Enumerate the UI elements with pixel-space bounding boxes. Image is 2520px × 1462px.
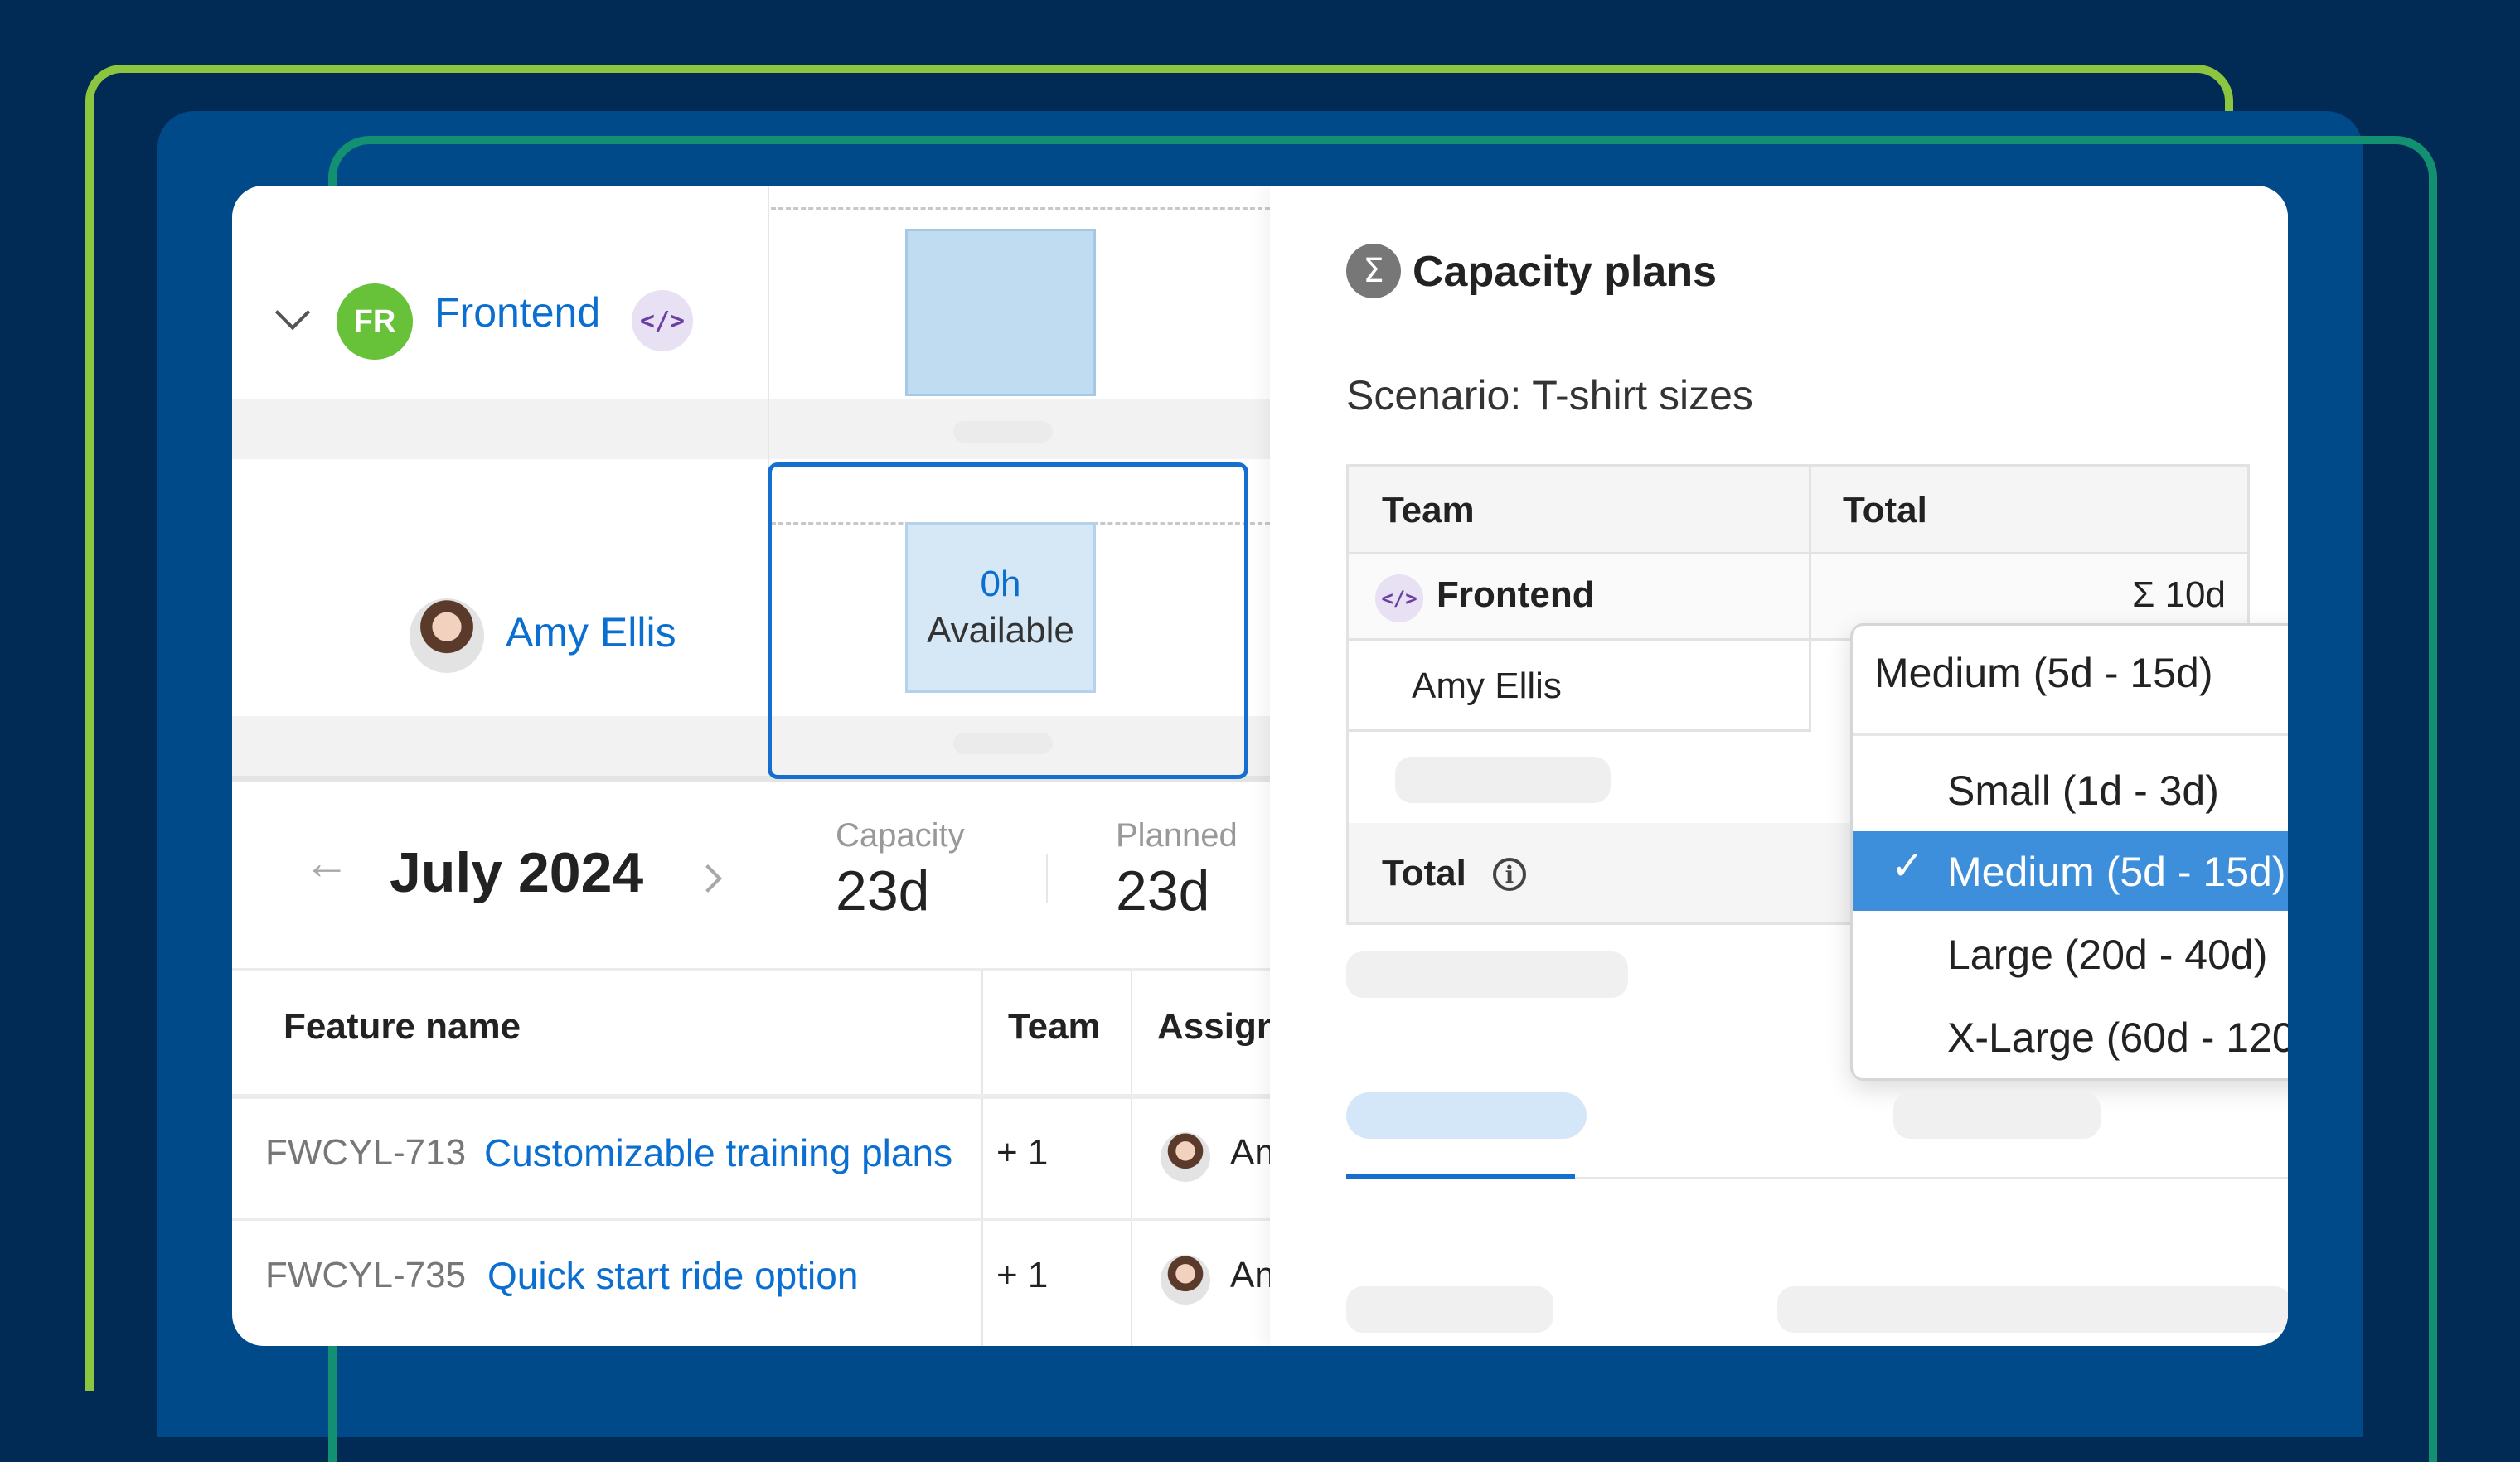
tab-inactive[interactable] [1893, 1092, 2101, 1139]
planned-label: Planned [1116, 817, 1238, 854]
planned-value: 23d [1116, 859, 1210, 922]
column-header-assignee[interactable]: Assign [1157, 1006, 1279, 1048]
member-name-link[interactable]: Amy Ellis [506, 608, 676, 656]
team-name-link[interactable]: Frontend [434, 288, 600, 336]
column-header-feature[interactable]: Feature name [284, 1006, 521, 1048]
assignee-name: An [1230, 1132, 1275, 1173]
row-divider [232, 1218, 1270, 1221]
placeholder-pill [953, 733, 1053, 754]
total-label: Total [1382, 853, 1466, 893]
month-title: July 2024 [390, 841, 644, 904]
availability-block[interactable]: 0h Available [905, 522, 1096, 693]
capacity-value: 23d [836, 859, 930, 922]
option-large[interactable]: Large (20d - 40d) [1853, 914, 2288, 994]
avatar [410, 598, 484, 673]
option-small[interactable]: Small (1d - 3d) [1853, 750, 2288, 830]
feature-key: FWCYL-735 [265, 1255, 467, 1295]
arrow-left-icon[interactable]: ← [303, 835, 350, 889]
chevron-down-icon[interactable] [274, 294, 311, 331]
placeholder-pill [1346, 951, 1628, 998]
app-card: FR Frontend </> Amy Ellis 0h Available ←… [232, 186, 2288, 1346]
scenario-label: Scenario: T-shirt sizes [1346, 372, 1753, 419]
placeholder-pill [1395, 757, 1611, 803]
available-label: Available [927, 610, 1074, 651]
feature-link[interactable]: Customizable training plans [484, 1130, 952, 1175]
column-header-team: Team [1382, 490, 1475, 530]
option-medium[interactable]: ✓ Medium (5d - 15d) [1853, 831, 2288, 911]
stat-divider [1046, 854, 1048, 903]
column-divider [981, 970, 983, 1346]
dropdown-separator [1853, 733, 2288, 736]
dropdown-selected-value[interactable]: Medium (5d - 15d) [1874, 649, 2213, 697]
assignee-name: An [1230, 1255, 1275, 1295]
size-dropdown[interactable]: Medium (5d - 15d) Small (1d - 3d) ✓ Medi… [1850, 623, 2288, 1081]
tab-active[interactable] [1346, 1092, 1587, 1139]
feature-link[interactable]: Quick start ride option [487, 1253, 858, 1298]
team-row-name: Frontend [1437, 574, 1595, 615]
column-header-total: Total [1843, 490, 1927, 530]
capacity-plans-panel: Σ Capacity plans Scenario: T-shirt sizes… [1270, 186, 2288, 1346]
code-icon: </> [1375, 574, 1423, 622]
panel-title: Capacity plans [1413, 248, 1718, 296]
capacity-label: Capacity [836, 817, 965, 854]
team-avatar: FR [337, 283, 413, 360]
group-row-strip [232, 399, 1270, 459]
timeline-allocation-block[interactable] [905, 229, 1096, 396]
feature-key: FWCYL-713 [265, 1132, 467, 1173]
team-row-total: Σ 10d [2132, 574, 2226, 615]
column-header-team[interactable]: Team [1008, 1006, 1101, 1048]
avatar [1161, 1255, 1210, 1305]
header-bottom-line [232, 1094, 1270, 1099]
chevron-right-icon[interactable] [694, 864, 722, 893]
code-icon: </> [632, 290, 693, 351]
tab-active-underline [1346, 1174, 1575, 1179]
team-count: + 1 [996, 1255, 1049, 1295]
column-divider [1131, 970, 1132, 1346]
sigma-icon: Σ [1346, 244, 1401, 298]
team-count: + 1 [996, 1132, 1049, 1173]
check-icon: ✓ [1891, 843, 1925, 889]
available-hours: 0h [980, 564, 1021, 604]
table-top-line [232, 968, 1270, 971]
option-xlarge[interactable]: X-Large (60d - 120d) [1853, 997, 2288, 1077]
avatar [1161, 1132, 1210, 1182]
dashed-guide-top [771, 207, 1270, 210]
placeholder-pill [953, 421, 1053, 443]
info-icon[interactable]: i [1493, 858, 1526, 891]
member-row-name: Amy Ellis [1412, 666, 1562, 706]
